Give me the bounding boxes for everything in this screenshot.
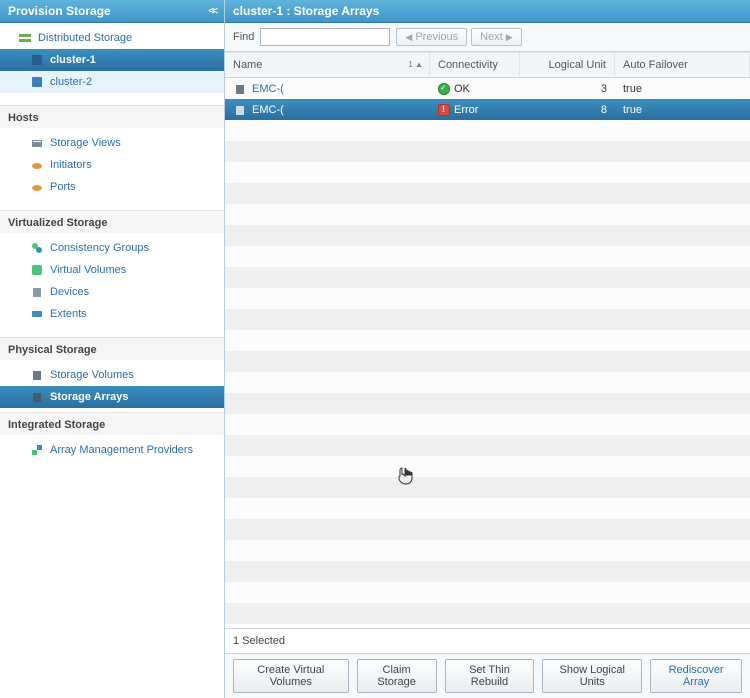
sidebar-item-initiators[interactable]: Initiators [0,154,224,176]
column-name[interactable]: Name 1 ▲ [225,53,430,77]
tree-item-label: cluster-1 [50,51,96,69]
cell-auto-failover: true [615,83,750,95]
distributed-storage-tree: Distributed Storage cluster-1 cluster-2 [0,23,224,105]
chevron-left-icon: ◀ [405,32,412,43]
cell-connectivity: Error [454,104,478,116]
sidebar-item-label: Storage Volumes [50,366,134,384]
storage-arrays-icon [30,390,44,404]
main-panel: cluster-1 : Storage Arrays Find ◀ Previo… [225,0,750,698]
devices-icon [30,285,44,299]
consistency-groups-icon [30,241,44,255]
next-label: Next [480,31,503,43]
initiators-icon [30,158,44,172]
cell-name: EMC-( [252,83,284,95]
section-integrated-storage: Integrated Storage [0,412,224,435]
sidebar-item-label: Devices [50,283,89,301]
sidebar-title: Provision Storage [8,4,111,18]
virtual-volumes-icon [30,263,44,277]
section-virtualized-storage: Virtualized Storage [0,210,224,233]
cell-logical-unit: 8 [520,104,615,116]
tree-item-cluster-2[interactable]: cluster-2 [0,71,224,93]
toolbar: Find ◀ Previous Next ▶ [225,23,750,52]
array-icon [233,82,247,96]
status-ok-icon [438,83,450,95]
find-input[interactable] [260,28,390,46]
find-label: Find [233,31,254,43]
sidebar-item-virtual-volumes[interactable]: Virtual Volumes [0,259,224,281]
next-button[interactable]: Next ▶ [471,28,522,46]
sidebar-item-extents[interactable]: Extents [0,303,224,325]
tree-item-label: cluster-2 [50,73,92,91]
sidebar-item-devices[interactable]: Devices [0,281,224,303]
amp-icon [30,443,44,457]
sidebar-item-label: Initiators [50,156,92,174]
ports-icon [30,180,44,194]
column-logical-unit[interactable]: Logical Unit [520,53,615,77]
tree-item-distributed-storage[interactable]: Distributed Storage [0,27,224,49]
cluster-icon [30,53,44,67]
set-thin-rebuild-button[interactable]: Set Thin Rebuild [445,659,535,693]
cell-auto-failover: true [615,104,750,116]
sidebar-item-consistency-groups[interactable]: Consistency Groups [0,237,224,259]
show-logical-units-button[interactable]: Show Logical Units [542,659,642,693]
array-icon [233,103,247,117]
table-row[interactable]: EMC-( Error 8 true [225,99,750,120]
rediscover-array-button[interactable]: Rediscover Array [650,659,742,693]
sidebar-item-label: Virtual Volumes [50,261,126,279]
status-error-icon [438,104,450,116]
sidebar-item-ports[interactable]: Ports [0,176,224,198]
sort-indicator-icon: 1 ▲ [408,60,423,69]
cell-connectivity: OK [454,83,470,95]
tree-item-label: Distributed Storage [38,29,132,47]
claim-storage-button[interactable]: Claim Storage [357,659,437,693]
action-bar: Create Virtual Volumes Claim Storage Set… [225,653,750,698]
sidebar-item-label: Array Management Providers [50,441,193,459]
tree-item-cluster-1[interactable]: cluster-1 [0,49,224,71]
storage-views-icon [30,136,44,150]
create-virtual-volumes-button[interactable]: Create Virtual Volumes [233,659,349,693]
cell-logical-unit: 3 [520,83,615,95]
sidebar-header: Provision Storage << [0,0,224,23]
grid-header: Name 1 ▲ Connectivity Logical Unit Auto … [225,52,750,78]
cluster-icon [30,75,44,89]
column-connectivity[interactable]: Connectivity [430,53,520,77]
sidebar-item-label: Extents [50,305,87,323]
collapse-sidebar-icon[interactable]: << [208,6,216,17]
storage-volumes-icon [30,368,44,382]
cell-name: EMC-( [252,104,284,116]
sidebar-item-storage-volumes[interactable]: Storage Volumes [0,364,224,386]
section-hosts: Hosts [0,105,224,128]
chevron-right-icon: ▶ [506,32,513,43]
status-bar: 1 Selected [225,628,750,653]
grid-body: EMC-( OK 3 true EMC-( [225,78,750,628]
sidebar-item-array-management-providers[interactable]: Array Management Providers [0,439,224,461]
distributed-storage-icon [18,31,32,45]
previous-label: Previous [415,31,458,43]
extents-icon [30,307,44,321]
sidebar-item-label: Storage Views [50,134,121,152]
storage-arrays-grid: Name 1 ▲ Connectivity Logical Unit Auto … [225,52,750,628]
sidebar-item-storage-views[interactable]: Storage Views [0,132,224,154]
table-row[interactable]: EMC-( OK 3 true [225,78,750,99]
section-physical-storage: Physical Storage [0,337,224,360]
sidebar-item-label: Ports [50,178,76,196]
sidebar-item-label: Storage Arrays [50,388,128,406]
main-title: cluster-1 : Storage Arrays [225,0,750,23]
column-auto-failover[interactable]: Auto Failover [615,53,750,77]
sidebar-item-label: Consistency Groups [50,239,149,257]
previous-button[interactable]: ◀ Previous [396,28,467,46]
sidebar-item-storage-arrays[interactable]: Storage Arrays [0,386,224,408]
sidebar: Provision Storage << Distributed Storage… [0,0,225,698]
